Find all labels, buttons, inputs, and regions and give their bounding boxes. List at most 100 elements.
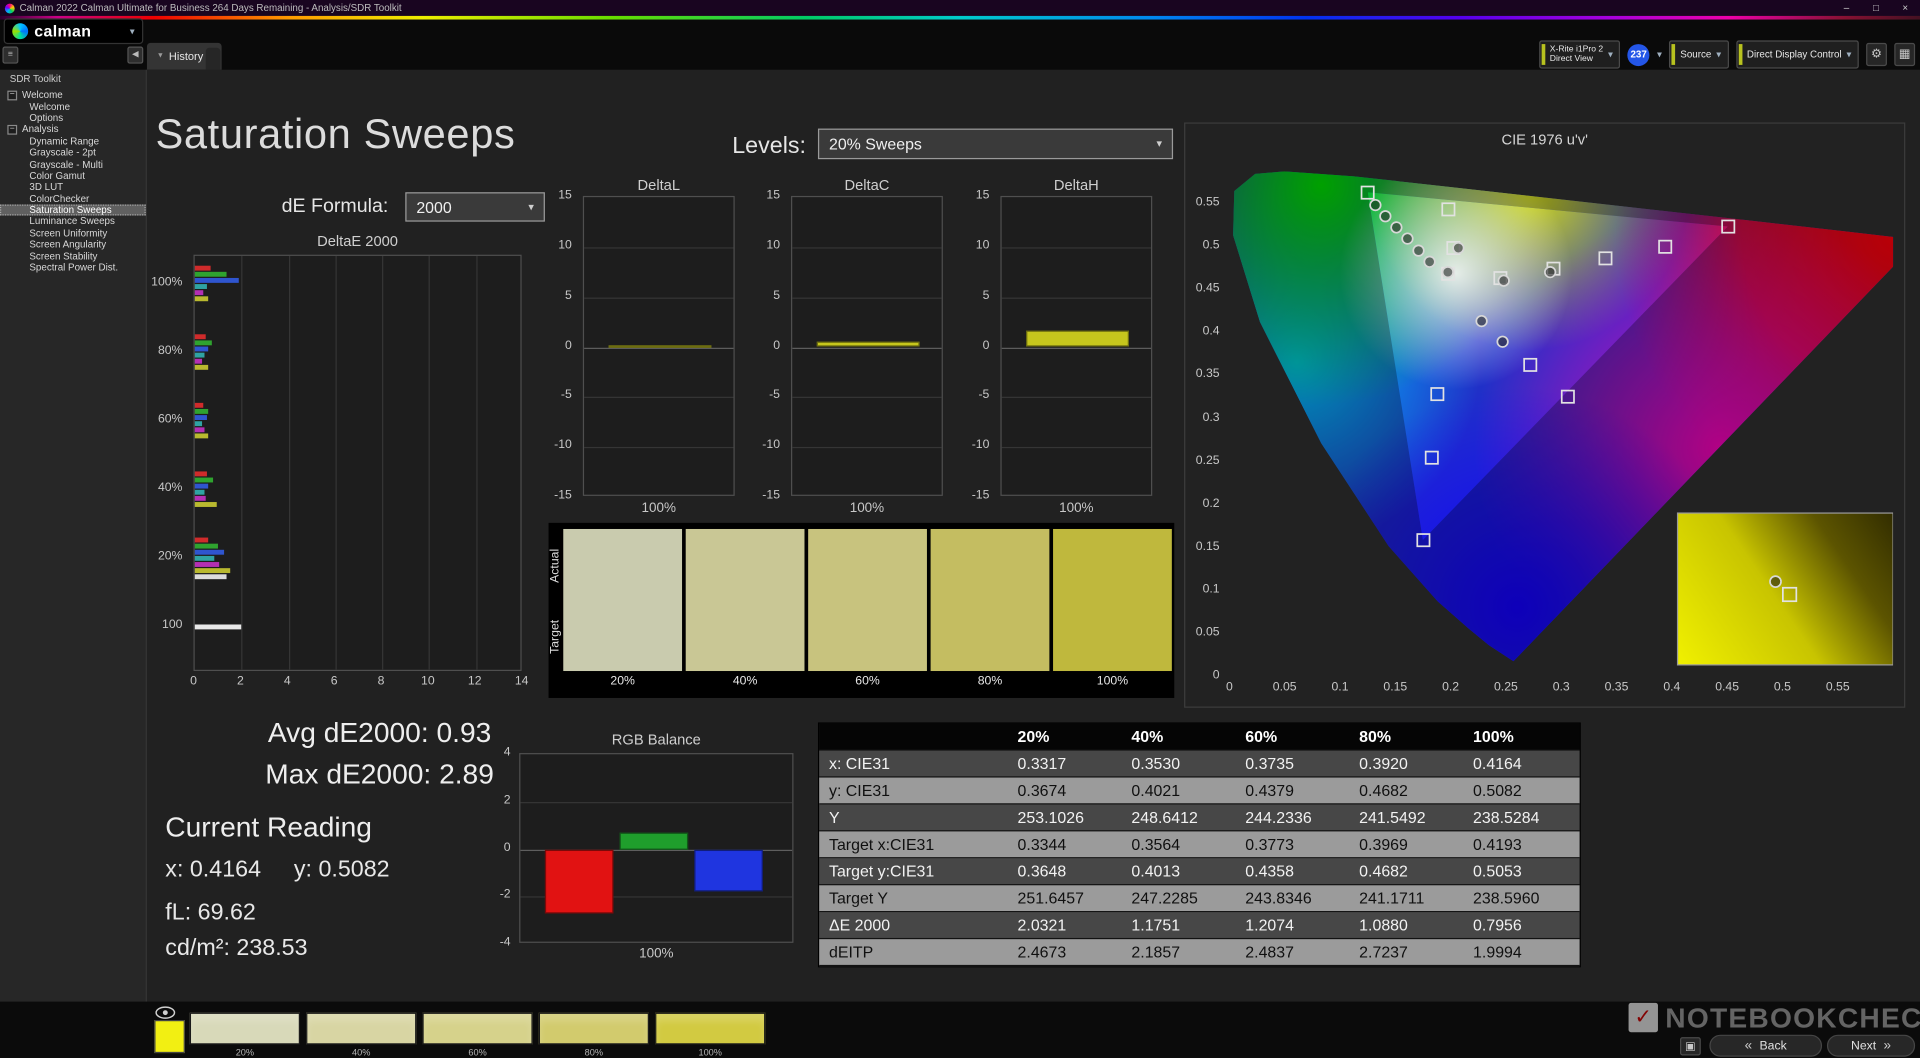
x-tick-label: 0.55 [1825, 680, 1850, 695]
meter-count-badge[interactable]: 237 [1627, 43, 1650, 66]
tab-stub[interactable] [205, 47, 221, 70]
source-button[interactable]: Source ▾ [1669, 40, 1729, 69]
chevron-down-icon[interactable]: ▾ [1657, 49, 1662, 60]
value-bar [544, 849, 614, 914]
y-tick-label: -10 [971, 438, 990, 453]
y-tick-label: -2 [499, 888, 511, 902]
cie-measured-point [1401, 232, 1414, 245]
sidebar-item-welcome[interactable]: Welcome [0, 101, 146, 112]
sidebar-menu-button[interactable]: ≡ [2, 46, 19, 64]
reading-fl: fL: 69.62 [165, 900, 256, 926]
x-tick-label: 0.15 [1383, 680, 1408, 695]
workspace-layout-button[interactable]: ▦ [1894, 42, 1916, 67]
close-button[interactable]: × [1891, 0, 1920, 16]
table-cell: 0.4682 [1359, 781, 1408, 800]
cie-measured-point [1452, 241, 1465, 255]
app-icon [4, 3, 15, 13]
deltae-bar [194, 489, 205, 495]
rgb-balance-plot [519, 753, 794, 943]
eye-preview-button[interactable] [154, 1004, 176, 1019]
layout-grid-button[interactable]: ▣ [1680, 1037, 1701, 1056]
levels-select[interactable]: 20% Sweeps ▾ [817, 128, 1174, 160]
sidebar-item-colorchecker[interactable]: ColorChecker [0, 193, 146, 204]
deltae-bar [194, 555, 215, 561]
deltal-xlabel: 100% [641, 500, 676, 516]
bottom-swatch-60[interactable] [422, 1012, 533, 1045]
table-row: dEITP 2.4673 2.1857 2.4837 2.7237 1.9994 [819, 939, 1580, 967]
y-tick-label: 0.5 [1202, 238, 1220, 253]
bottom-swatch-40[interactable] [306, 1012, 417, 1045]
reading-cdm2: cd/m²: 238.53 [165, 935, 308, 962]
swatch-comparison-panel: Actual Target 20% 40% 60% 80% 100% [548, 522, 1175, 698]
gridline [584, 247, 734, 249]
sidebar-item-options[interactable]: Options [0, 112, 146, 124]
table-cell: 0.4358 [1245, 862, 1294, 881]
target-row-label: Target [548, 620, 563, 655]
bottom-swatch-100[interactable] [655, 1012, 766, 1045]
sidebar-item-screen-angularity[interactable]: Screen Angularity [0, 239, 146, 250]
y-tick-label: 15 [766, 188, 781, 203]
patch-swatch-label: 60% [855, 674, 880, 689]
delta-ylabels-2: 15 10 5 0 -5 -10 -15 [959, 189, 996, 502]
deltac-chart-title: DeltaC [844, 176, 890, 194]
table-row: Target y:CIE31 0.3648 0.4013 0.4358 0.4682 0.… [819, 858, 1580, 886]
sidebar-item-spectral-power-dist[interactable]: Spectral Power Dist. [0, 262, 146, 273]
tree-expander-icon[interactable]: − [7, 90, 18, 101]
sidebar-item-grayscale-multi[interactable]: Grayscale - Multi [0, 158, 146, 170]
gridline [1001, 247, 1152, 249]
bottom-swatch-label: 100% [698, 1046, 722, 1058]
sidebar-item-screen-uniformity[interactable]: Screen Uniformity [0, 227, 146, 239]
back-button[interactable]: « Back [1709, 1034, 1823, 1057]
sidebar-item-dynamic-range[interactable]: Dynamic Range [0, 135, 146, 147]
deltac-xlabel: 100% [849, 500, 885, 516]
table-row: Target Y 251.6457 247.2285 243.8346 241.1711… [819, 885, 1580, 913]
sidebar-item-luminance-sweeps[interactable]: Luminance Sweeps [0, 216, 146, 227]
formula-select[interactable]: 2000 ▾ [405, 192, 545, 222]
sidebar-collapse-button[interactable]: ◀ [127, 46, 144, 64]
sidebar-item-color-gamut[interactable]: Color Gamut [0, 170, 146, 181]
table-cell: 0.4013 [1131, 862, 1181, 881]
minimize-button[interactable]: – [1832, 0, 1861, 16]
deltae-bar [194, 561, 220, 567]
gridline [584, 297, 734, 299]
table-row: y: CIE31 0.3674 0.4021 0.4379 0.4682 0.5082 [819, 777, 1580, 805]
y-tick-label: 20% [157, 549, 183, 564]
cie-xlabels: 0 0.05 0.1 0.15 0.2 0.25 0.3 0.35 0.4 0.45 0.5 0.55 [1226, 680, 1893, 698]
table-row: ΔE 2000 2.0321 1.1751 1.2074 1.0880 0.7956 [819, 912, 1580, 940]
table-column-header: 100% [1473, 727, 1514, 746]
maximize-button[interactable]: □ [1861, 0, 1890, 16]
y-tick-label: 0 [565, 338, 572, 353]
patch-swatch-label: 40% [732, 674, 758, 689]
table-cell: 0.5053 [1473, 862, 1522, 881]
sidebar-item-welcome[interactable]: − Welcome [0, 89, 146, 101]
watermark-text: NOTEBOOKCHECK [1665, 1001, 1920, 1033]
calman-menu-button[interactable]: calman ▾ [3, 18, 144, 45]
x-tick-label: 0 [1225, 680, 1233, 695]
y-tick-label: 0.1 [1202, 582, 1220, 597]
sidebar-item-3d-lut[interactable]: 3D LUT [0, 181, 146, 193]
deltae-bar [194, 334, 206, 340]
y-tick-label: -5 [978, 388, 990, 403]
sidebar-item-screen-stability[interactable]: Screen Stability [0, 250, 146, 262]
sidebar-item-grayscale-2pt[interactable]: Grayscale - 2pt [0, 147, 146, 158]
meter-button[interactable]: X-Rite i1Pro 2 Direct View ▾ [1538, 40, 1621, 69]
tree-expander-icon[interactable]: − [7, 124, 18, 135]
x-tick-label: 0.1 [1331, 680, 1349, 695]
accent-bar [1541, 44, 1545, 65]
deltae-bar [194, 364, 208, 370]
table-cell: 0.3530 [1131, 754, 1181, 773]
patch-swatch-label: 100% [1096, 674, 1129, 689]
deltae-ylabels: 100% 80% 60% 40% 20% 100 [149, 255, 188, 671]
table-cell: 0.3773 [1245, 835, 1294, 854]
settings-gear-button[interactable]: ⚙ [1866, 42, 1887, 67]
sidebar-item-saturation-sweeps[interactable]: Saturation Sweeps [0, 204, 146, 216]
deltae-bar [194, 271, 227, 277]
bottom-swatch-20[interactable] [189, 1012, 301, 1045]
display-control-button[interactable]: Direct Display Control ▾ [1735, 40, 1859, 69]
sidebar-item-analysis[interactable]: − Analysis [0, 124, 146, 135]
table-cell: 251.6457 [1017, 888, 1084, 908]
next-button[interactable]: Next » [1826, 1034, 1916, 1057]
levels-label: Levels: [732, 133, 806, 160]
table-cell: 247.2285 [1131, 888, 1198, 908]
bottom-swatch-80[interactable] [538, 1012, 649, 1045]
